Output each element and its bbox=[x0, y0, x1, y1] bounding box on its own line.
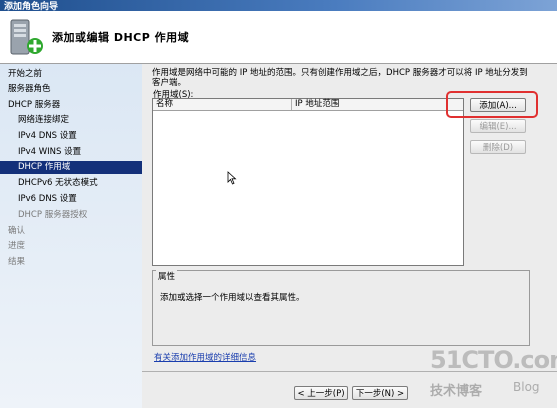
properties-group bbox=[152, 270, 530, 346]
mouse-cursor-icon bbox=[227, 171, 237, 185]
page-title: 添加或编辑 DHCP 作用域 bbox=[52, 31, 190, 44]
wizard-header: 添加或编辑 DHCP 作用域 bbox=[0, 11, 557, 64]
nav-item: DHCP 服务器授权 bbox=[18, 210, 88, 220]
properties-text: 添加或选择一个作用域以查看其属性。 bbox=[160, 293, 305, 303]
column-name[interactable]: 名称 bbox=[153, 99, 292, 110]
nav-item: 进度 bbox=[8, 241, 26, 251]
nav-item: 结果 bbox=[8, 257, 26, 267]
next-button[interactable]: 下一步(N) > bbox=[352, 386, 408, 400]
nav-item: 开始之前 bbox=[8, 69, 43, 79]
previous-button[interactable]: < 上一步(P) bbox=[294, 386, 348, 400]
edit-scope-button[interactable]: 编辑(E)... bbox=[470, 119, 526, 133]
nav-item: DHCPv6 无状态模式 bbox=[18, 178, 98, 188]
scope-list[interactable]: 名称 IP 地址范围 bbox=[152, 98, 464, 266]
nav-item: IPv6 DNS 设置 bbox=[18, 194, 77, 204]
scope-description: 作用域是网络中可能的 IP 地址的范围。只有创建作用域之后，DHCP 服务器才可… bbox=[152, 68, 528, 88]
delete-scope-button[interactable]: 删除(D) bbox=[470, 140, 526, 154]
nav-item: DHCP 服务器 bbox=[8, 100, 61, 110]
nav-item: 确认 bbox=[8, 226, 26, 236]
properties-title: 属性 bbox=[156, 270, 178, 282]
watermark-blog-cn: 技术博客 bbox=[430, 384, 483, 399]
nav-item: 服务器角色 bbox=[8, 84, 51, 94]
nav-item: IPv4 DNS 设置 bbox=[18, 131, 77, 141]
window-title-bar[interactable]: 添加角色向导 bbox=[0, 0, 557, 12]
column-ip-range[interactable]: IP 地址范围 bbox=[292, 99, 463, 110]
server-add-icon bbox=[10, 19, 43, 55]
nav-item: 网络连接绑定 bbox=[18, 115, 70, 125]
highlight-annotation bbox=[446, 91, 538, 118]
wizard-nav: 开始之前服务器角色 DHCP 服务器网络连接绑定 IPv4 DNS 设置 IPv4 W… bbox=[0, 64, 142, 408]
nav-item: DHCP 作用域 bbox=[0, 161, 142, 174]
watermark-site: 51CTO.com bbox=[430, 346, 557, 374]
help-link[interactable]: 有关添加作用域的详细信息 bbox=[154, 351, 256, 363]
scope-list-header: 名称 IP 地址范围 bbox=[153, 99, 463, 111]
nav-item: IPv4 WINS 设置 bbox=[18, 147, 82, 157]
watermark-blog-en: Blog bbox=[513, 380, 540, 394]
